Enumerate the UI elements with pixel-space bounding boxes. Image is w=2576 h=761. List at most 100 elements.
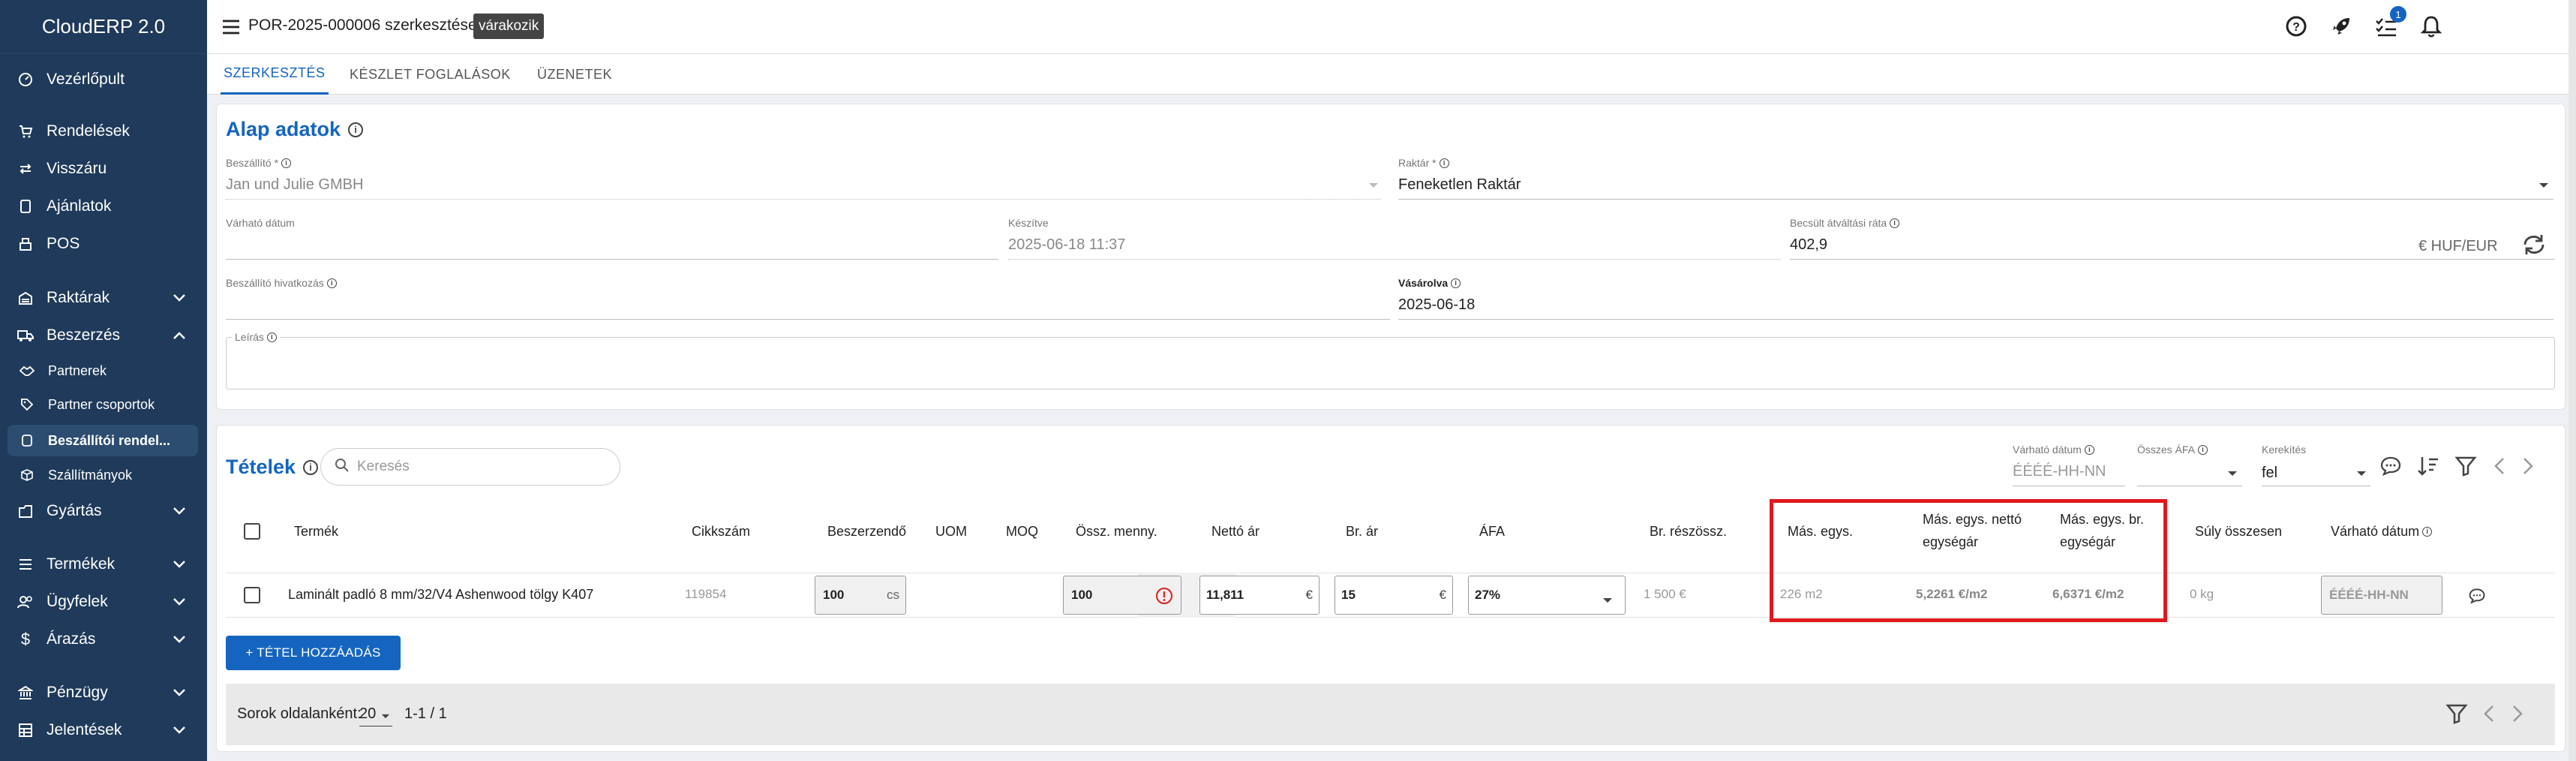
supplier-field[interactable]: Jan und Julie GMBH	[226, 176, 363, 194]
column-header-total-qty[interactable]: Össz. menny.	[1076, 520, 1157, 543]
dashboard-icon	[17, 71, 35, 89]
row-expected-input[interactable]: ÉÉÉÉ-HH-NN	[2321, 576, 2442, 615]
expected-date-field[interactable]	[226, 259, 998, 260]
chevron-down-icon[interactable]	[381, 710, 390, 723]
select-all-checkbox[interactable]	[244, 523, 260, 540]
column-header-product[interactable]: Termék	[294, 520, 338, 543]
sidebar-item-quotes[interactable]: Ajánlatok	[0, 191, 207, 221]
rate-label: Becsült átváltási ráta i	[1790, 217, 1900, 229]
column-header-weight[interactable]: Súly összesen	[2195, 520, 2282, 543]
sidebar-item-finance[interactable]: Pénzügy	[0, 678, 207, 708]
chevron-up-icon	[173, 326, 186, 344]
description-field[interactable]	[226, 337, 2555, 390]
row-checkbox[interactable]	[244, 587, 260, 603]
sidebar: CloudERP 2.0 Vezérlőpult Rendelések Viss…	[0, 0, 207, 761]
column-header-moq[interactable]: MOQ	[1006, 520, 1038, 543]
column-header-expected[interactable]: Várható dátum i	[2331, 520, 2433, 543]
sidebar-item-partners[interactable]: Partnerek	[0, 357, 207, 384]
rows-per-page-label: Sorok oldalanként:	[237, 705, 362, 722]
warehouse-icon	[17, 289, 35, 307]
gross-price-currency: €	[1439, 588, 1446, 602]
description-label: Leírás i	[232, 331, 280, 343]
help-icon[interactable]: ?	[2283, 14, 2309, 39]
sidebar-item-orders[interactable]: Rendelések	[0, 116, 207, 146]
items-expected-input[interactable]: ÉÉÉÉ-HH-NN	[2013, 463, 2106, 480]
sidebar-item-reports[interactable]: Jelentések	[0, 715, 207, 745]
sidebar-item-pricing[interactable]: $ Árazás	[0, 624, 207, 654]
sidebar-item-label: Visszáru	[47, 160, 107, 177]
notification-count-badge: 1	[2390, 6, 2406, 23]
column-header-uom[interactable]: UOM	[935, 520, 967, 543]
comment-icon[interactable]	[2377, 453, 2404, 480]
refresh-rate-icon[interactable]	[2518, 230, 2550, 259]
column-header-gross-subtotal[interactable]: Br. részössz.	[1650, 520, 1727, 543]
tab-stock-reservations[interactable]: KÉSZLET FOGLALÁSOK	[350, 54, 511, 95]
exchange-rate-field[interactable]: 402,9	[1790, 236, 1827, 254]
chevron-right-icon[interactable]	[2517, 453, 2539, 480]
bought-underline	[1398, 319, 2553, 320]
filter-icon[interactable]	[2452, 453, 2479, 480]
page-info: 1-1 / 1	[404, 705, 447, 722]
gross-price-input[interactable]: 15 €	[1335, 576, 1453, 615]
menu-icon[interactable]	[221, 17, 242, 38]
chevron-down-icon[interactable]	[2356, 468, 2367, 481]
info-icon: i	[1439, 158, 1449, 168]
chevron-left-icon[interactable]	[2478, 700, 2500, 727]
tab-edit[interactable]: SZERKESZTÉS	[221, 54, 329, 95]
chevron-right-icon[interactable]	[2506, 700, 2529, 727]
row-sku: 119854	[685, 587, 727, 601]
filter-icon[interactable]	[2443, 700, 2470, 727]
vat-select[interactable]: 27%	[1468, 576, 1626, 615]
sidebar-item-pos[interactable]: POS	[0, 229, 207, 259]
sidebar-item-dashboard[interactable]: Vezérlőpult	[0, 65, 207, 95]
rocket-icon[interactable]	[2328, 14, 2354, 39]
sidebar-item-customers[interactable]: Ügyfelek	[0, 587, 207, 617]
items-card: Tételek i Keresés Várható dátum i ÉÉÉÉ-HH…	[216, 425, 2565, 752]
net-price-input[interactable]: 11,811 €	[1199, 576, 1320, 615]
sidebar-item-shipments[interactable]: Szállítmányok	[0, 462, 207, 489]
section-title-text: Alap adatok	[226, 118, 341, 140]
supplier-ref-field[interactable]	[226, 319, 1390, 320]
order-qty-input[interactable]: 100 cs	[815, 576, 906, 615]
row-product[interactable]: Laminált padló 8 mm/32/V4 Ashenwood tölg…	[288, 587, 593, 603]
column-header-net-price[interactable]: Nettó ár	[1211, 520, 1259, 543]
chevron-down-icon	[173, 684, 186, 702]
sidebar-item-warehouses[interactable]: Raktárak	[0, 283, 207, 313]
column-header-gross-price[interactable]: Br. ár	[1346, 520, 1378, 543]
sidebar-item-returns[interactable]: Visszáru	[0, 154, 207, 184]
gross-price-value: 15	[1341, 588, 1356, 602]
sort-icon[interactable]	[2415, 453, 2442, 480]
column-header-vat[interactable]: ÁFA	[1479, 520, 1505, 543]
column-header-sku[interactable]: Cikkszám	[692, 520, 750, 543]
tab-messages[interactable]: ÜZENETEK	[537, 54, 612, 95]
order-qty-unit: cs	[887, 588, 899, 602]
app-logo: CloudERP 2.0	[0, 0, 207, 54]
sidebar-item-supplier-orders[interactable]: Beszállítói rendel...	[8, 425, 198, 456]
rounding-select[interactable]: fel	[2262, 465, 2277, 482]
handshake-icon	[20, 363, 35, 378]
sidebar-item-purchasing[interactable]: Beszerzés	[0, 320, 207, 350]
chevron-down-icon[interactable]	[1368, 179, 1379, 193]
chevron-down-icon[interactable]	[2538, 179, 2549, 193]
add-item-button[interactable]: + TÉTEL HOZZÁADÁS	[226, 636, 401, 670]
chevron-down-icon[interactable]	[2227, 468, 2238, 481]
row-comment-icon[interactable]	[2466, 585, 2488, 607]
sidebar-item-manufacturing[interactable]: Gyártás	[0, 496, 207, 526]
scrollbar[interactable]	[2568, 0, 2576, 761]
info-icon: i	[2422, 526, 2433, 537]
sidebar-item-label: POS	[47, 235, 80, 252]
bell-icon[interactable]	[2418, 14, 2444, 39]
chevron-left-icon[interactable]	[2488, 453, 2511, 480]
warehouse-field[interactable]: Feneketlen Raktár	[1398, 176, 1521, 194]
chevron-down-icon	[173, 630, 186, 648]
pagination-bar: Sorok oldalanként: 20 1-1 / 1	[226, 684, 2555, 745]
rows-per-page-select[interactable]: 20	[359, 705, 376, 723]
warehouse-underline	[1398, 199, 2553, 200]
chevron-down-icon	[173, 289, 186, 307]
info-icon: i	[281, 158, 292, 168]
bought-date-field[interactable]: 2025-06-18	[1398, 296, 1475, 314]
sidebar-item-partner-groups[interactable]: Partner csoportok	[0, 391, 207, 418]
sidebar-item-products[interactable]: Termékek	[0, 549, 207, 579]
column-header-order-qty[interactable]: Beszerzendő	[827, 520, 906, 543]
search-input[interactable]: Keresés	[320, 448, 620, 486]
